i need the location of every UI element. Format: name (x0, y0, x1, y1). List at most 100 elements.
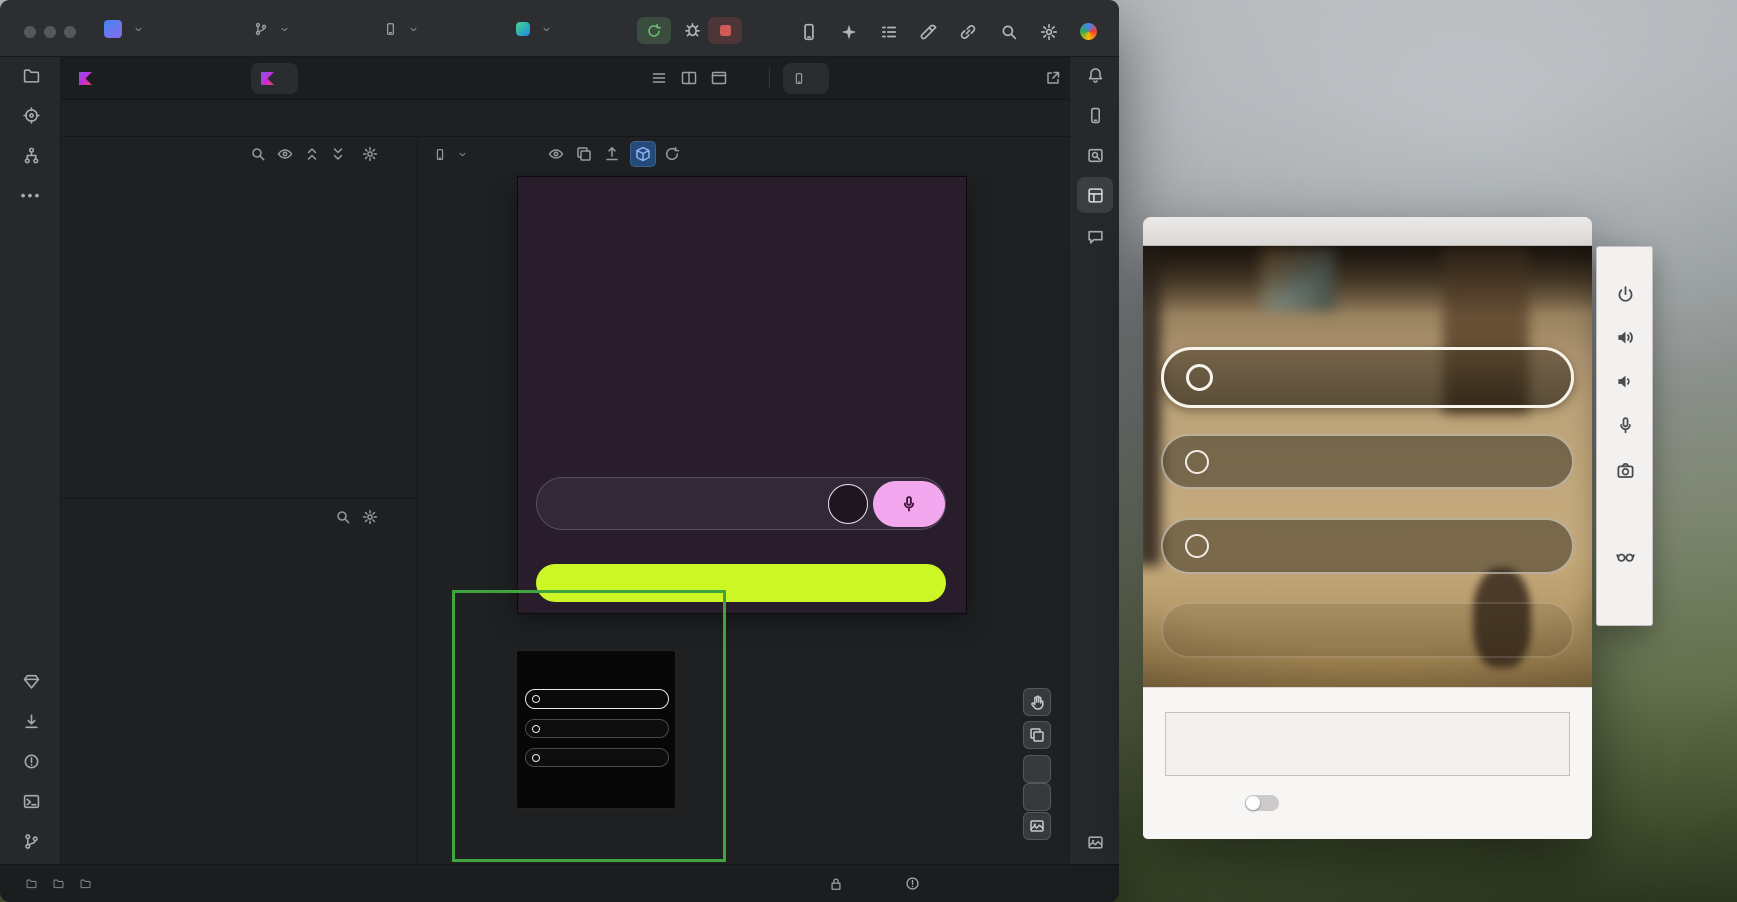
breadcrumb-item[interactable] (26, 878, 41, 889)
attributes-hide-icon[interactable] (389, 509, 405, 525)
device-tab-options-kebab[interactable] (1073, 69, 1091, 87)
zoom-out-button[interactable] (1023, 783, 1051, 811)
emulator-text-input[interactable] (1165, 712, 1570, 776)
todo-checkbox-icon[interactable] (1185, 450, 1209, 474)
lock-icon[interactable] (829, 877, 843, 891)
toolbar-minimize-icon[interactable] (1631, 253, 1645, 267)
zoom-in-button[interactable] (1023, 755, 1051, 783)
todo-item-selected[interactable] (1161, 347, 1574, 408)
screen-capture-icon[interactable] (1077, 137, 1113, 173)
tab-glasses-activity[interactable] (251, 63, 298, 94)
commit-tool-icon[interactable] (13, 97, 49, 133)
open-in-window-icon[interactable] (1045, 70, 1063, 88)
inspections-status-icon[interactable] (905, 876, 920, 891)
window-minimize-button[interactable] (44, 26, 56, 38)
running-devices-icon[interactable] (1077, 97, 1113, 133)
attributes-search-icon[interactable] (335, 509, 351, 525)
structure-tool-icon[interactable] (13, 137, 49, 173)
search-everywhere-icon[interactable] (1000, 23, 1018, 41)
captures-tool-icon[interactable] (1077, 824, 1113, 860)
zoom-to-fit-button[interactable] (1023, 812, 1051, 840)
todo-checkbox-icon[interactable] (1186, 364, 1213, 391)
todo-list-icon[interactable] (880, 23, 898, 41)
stop-button[interactable] (708, 17, 742, 44)
todo-item[interactable] (1161, 518, 1574, 574)
build-icon[interactable] (919, 23, 937, 41)
inspector-selection-rect (452, 590, 726, 862)
git-tool-icon[interactable] (13, 823, 49, 859)
tab-glimmer-todo-screen[interactable] (69, 63, 109, 94)
tree-hide-icon[interactable] (389, 146, 405, 162)
tree-settings-gear-icon[interactable] (362, 146, 378, 162)
render-canvas[interactable] (417, 172, 1069, 864)
voice-input-button[interactable] (873, 481, 945, 527)
volume-up-button[interactable] (1616, 328, 1635, 347)
window-close-button[interactable] (24, 26, 36, 38)
more-options-icon[interactable] (1616, 592, 1635, 611)
new-task-input[interactable] (536, 477, 946, 530)
fit-screen-icon (1029, 818, 1045, 834)
breadcrumb-item[interactable] (80, 878, 95, 889)
toolbar-close-icon[interactable] (1607, 253, 1621, 267)
add-device-tab-icon[interactable] (993, 69, 1011, 87)
rerun-button[interactable] (637, 17, 671, 44)
volume-down-button[interactable] (1616, 372, 1635, 391)
inspector-hide-icon[interactable] (1040, 107, 1058, 125)
branch-selector[interactable] (250, 16, 293, 42)
attributes-settings-gear-icon[interactable] (362, 509, 378, 525)
more-tools-icon[interactable]: ••• (13, 177, 49, 213)
expand-all-icon[interactable] (304, 146, 320, 162)
phone-screen-render[interactable] (518, 177, 966, 613)
refresh-render-icon[interactable] (664, 146, 680, 162)
tab-running-device[interactable] (783, 63, 829, 94)
terminal-tool-icon[interactable] (13, 783, 49, 819)
power-button[interactable] (1616, 285, 1635, 304)
back-button[interactable] (1616, 504, 1635, 523)
pan-mode-button[interactable] (1023, 688, 1051, 716)
window-zoom-button[interactable] (64, 26, 76, 38)
layer-spacing-button[interactable] (1023, 721, 1051, 749)
breadcrumb-item[interactable] (53, 878, 68, 889)
emulator-titlebar[interactable] (1143, 217, 1592, 246)
project-tool-icon[interactable] (13, 57, 49, 93)
collapse-all-icon[interactable] (330, 146, 346, 162)
settings-gear-icon[interactable] (1040, 23, 1058, 41)
microphone-button[interactable] (1616, 416, 1635, 435)
download-tool-icon[interactable] (13, 703, 49, 739)
todo-checkbox-icon[interactable] (1185, 534, 1209, 558)
emulator-screen[interactable] (1143, 246, 1592, 687)
inspector-options-kebab[interactable] (1012, 107, 1030, 125)
device-manager-icon[interactable] (800, 23, 818, 41)
tree-search-icon[interactable] (250, 146, 266, 162)
run-options-kebab[interactable] (752, 20, 770, 38)
add-task-button[interactable] (828, 484, 868, 524)
tree-visibility-eye-icon[interactable] (277, 146, 293, 162)
editor-options-kebab[interactable] (741, 69, 759, 87)
hide-panel-icon[interactable] (1099, 69, 1117, 87)
snapshot-copy-icon[interactable] (576, 146, 592, 162)
view-options-eye-icon[interactable] (548, 146, 564, 162)
preview-window-icon[interactable] (711, 70, 729, 88)
project-selector[interactable] (100, 16, 147, 42)
run-config-selector[interactable] (512, 16, 555, 42)
problems-tool-icon[interactable] (13, 743, 49, 779)
layout-inspector-tool-icon[interactable] (1077, 177, 1113, 213)
divider (61, 498, 417, 499)
device-selector[interactable] (380, 16, 422, 42)
debug-button[interactable] (684, 21, 702, 39)
render-device-selector[interactable] (430, 141, 471, 167)
gemini-chat-icon[interactable] (1077, 218, 1113, 254)
emulator-control-panel (1143, 687, 1592, 839)
editor-list-view-icon[interactable] (651, 70, 669, 88)
toggle-3d-mode-button[interactable] (630, 141, 656, 167)
split-editor-icon[interactable] (681, 70, 699, 88)
gem-plugin-icon[interactable] (13, 663, 49, 699)
export-snapshot-icon[interactable] (604, 146, 620, 162)
assistant-spark-icon[interactable] (840, 23, 858, 41)
glasses-mode-button[interactable] (1616, 547, 1635, 566)
profile-avatar-icon[interactable] (1080, 23, 1098, 41)
camera-button[interactable] (1616, 461, 1635, 480)
two-finger-toggle[interactable] (1245, 795, 1279, 811)
todo-item[interactable] (1161, 434, 1574, 489)
plugins-link-icon[interactable] (959, 23, 977, 41)
